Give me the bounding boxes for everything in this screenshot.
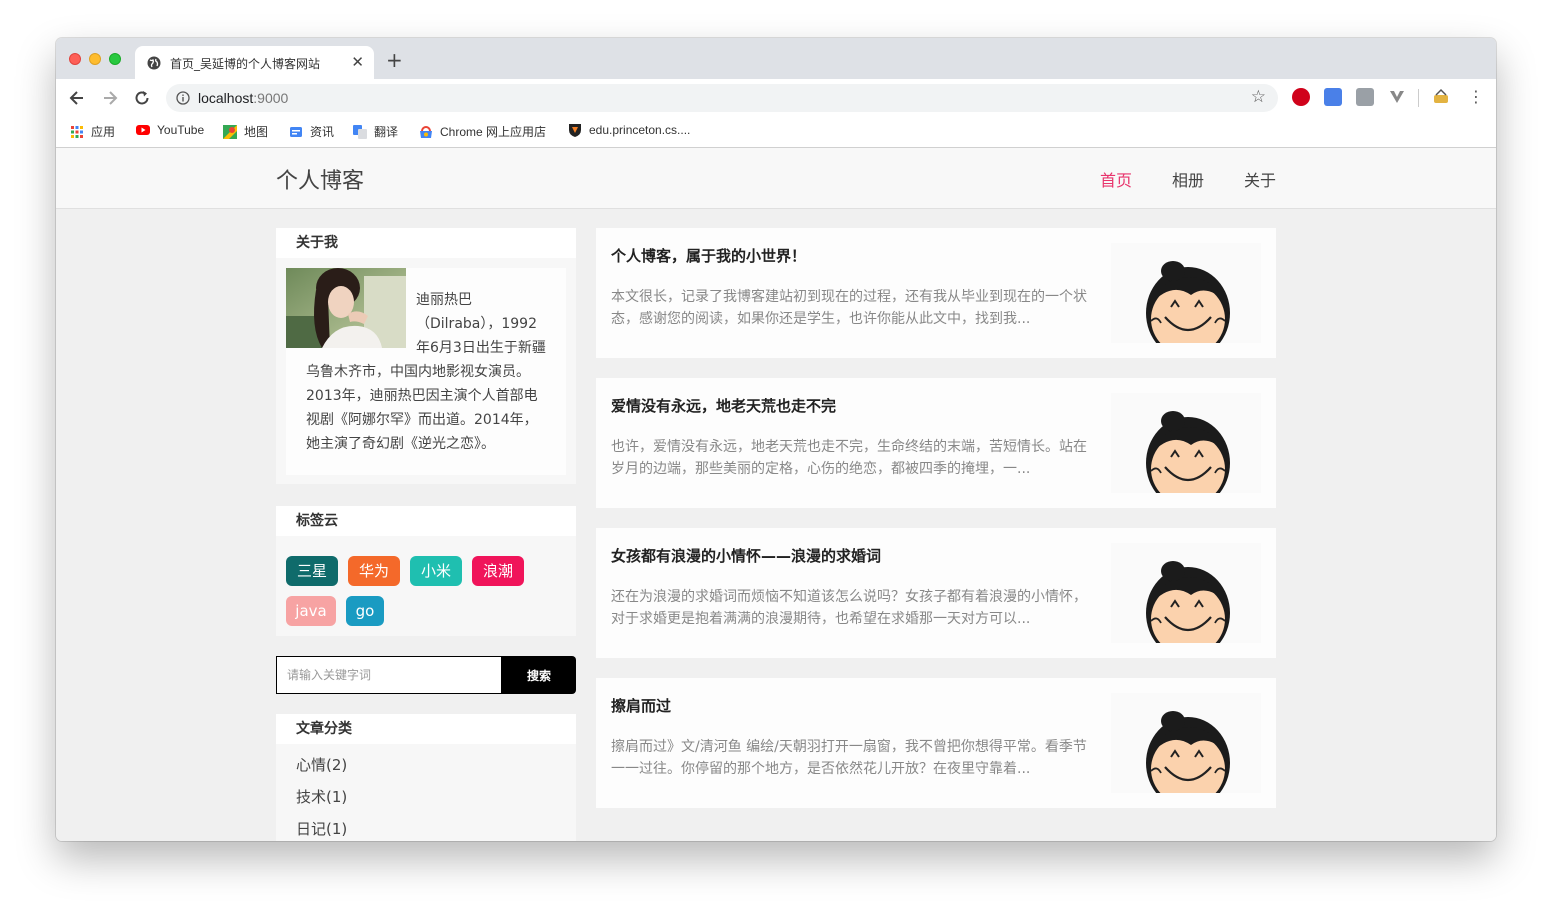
google-translate-icon[interactable] (1324, 88, 1342, 106)
princeton-icon (569, 124, 581, 137)
article-card[interactable]: 擦肩而过 擦肩而过》文/清河鱼 编绘/天朝羽打开一扇窗，我不曾把你想得平常。看季… (596, 678, 1276, 808)
search-form: 搜索 (276, 656, 576, 694)
bookmark-label: edu.princeton.cs.... (589, 123, 691, 137)
bookmarks-bar: 应用 YouTube 地图 资讯 翻译 Chrome 网上应用店 edu.pri… (56, 117, 1496, 148)
tab-title: 首页_吴延博的个人博客网站 (170, 57, 321, 71)
globe-icon (147, 56, 161, 70)
bookmark-star-icon[interactable]: ☆ (1251, 87, 1266, 107)
extension-icon[interactable] (1432, 88, 1450, 106)
article-card[interactable]: 爱情没有永远，地老天荒也走不完 也许，爱情没有永远，地老天荒也走不完，生命终结的… (596, 378, 1276, 508)
back-icon[interactable] (67, 88, 87, 108)
nav-home[interactable]: 首页 (1100, 167, 1132, 191)
categories-box: 文章分类 心情(2) 技术(1) 日记(1) (276, 714, 576, 841)
tag-java[interactable]: java (286, 596, 336, 626)
browser-toolbar: localhost:9000 ☆ ⋮ (56, 79, 1496, 117)
apps-icon (71, 126, 83, 138)
article-title[interactable]: 擦肩而过 (611, 695, 671, 716)
tab-strip: 首页_吴延博的个人博客网站 ✕ + (56, 38, 1496, 79)
info-icon[interactable] (176, 91, 190, 105)
close-tab-icon[interactable]: ✕ (351, 53, 364, 71)
webstore-icon (420, 126, 432, 138)
bookmark-label: 地图 (244, 125, 269, 139)
bookmark-webstore[interactable]: Chrome 网上应用店 (419, 123, 546, 140)
bookmark-youtube[interactable]: YouTube (136, 123, 204, 137)
url-text[interactable]: localhost:9000 (198, 90, 288, 106)
close-window-button[interactable] (69, 53, 81, 65)
adblock-icon[interactable] (1292, 88, 1310, 106)
article-title[interactable]: 爱情没有永远，地老天荒也走不完 (611, 395, 836, 416)
toolbar-divider (1418, 89, 1419, 107)
page-content: 个人博客 首页 相册 关于 关于我 迪丽热巴（Dilraba），1992年6月3… (56, 148, 1496, 841)
new-tab-button[interactable]: + (386, 50, 403, 70)
site-logo[interactable]: 个人博客 (276, 163, 364, 195)
category-diary[interactable]: 日记(1) (296, 818, 347, 839)
address-bar[interactable]: localhost:9000 ☆ (166, 84, 1278, 112)
nav-about[interactable]: 关于 (1244, 167, 1276, 191)
url-port: :9000 (253, 90, 289, 106)
article-thumbnail[interactable] (1111, 393, 1261, 493)
menu-icon[interactable]: ⋮ (1468, 87, 1484, 106)
bookmark-princeton[interactable]: edu.princeton.cs.... (568, 123, 690, 137)
tag-go[interactable]: go (346, 596, 384, 626)
category-mood[interactable]: 心情(2) (296, 754, 347, 775)
about-title: 关于我 (276, 228, 576, 258)
article-excerpt: 也许，爱情没有永远，地老天荒也走不完，生命终结的末端，苦短情长。站在岁月的边端，… (611, 439, 1087, 477)
categories-title: 文章分类 (276, 714, 576, 744)
bookmark-label: 翻译 (374, 125, 399, 139)
gmail-checker-icon[interactable] (1356, 88, 1374, 106)
search-input[interactable] (276, 656, 502, 694)
article-excerpt: 还在为浪漫的求婚词而烦恼不知道该怎么说吗？女孩子都有着浪漫的小情怀，对于求婚更是… (611, 589, 1087, 627)
forward-icon[interactable] (100, 88, 120, 108)
reload-icon[interactable] (132, 88, 152, 108)
tag-huawei[interactable]: 华为 (348, 556, 400, 586)
browser-tab[interactable]: 首页_吴延博的个人博客网站 ✕ (135, 46, 374, 79)
zoom-window-button[interactable] (109, 53, 121, 65)
bookmark-maps[interactable]: 地图 (223, 123, 268, 140)
minimize-window-button[interactable] (89, 53, 101, 65)
tag-cloud-box: 标签云 三星 华为 小米 浪潮 java go (276, 506, 576, 636)
url-host: localhost (198, 90, 254, 106)
browser-window: 首页_吴延博的个人博客网站 ✕ + localhost:9000 ☆ ⋮ 应用 … (56, 38, 1496, 841)
article-title[interactable]: 女孩都有浪漫的小情怀——浪漫的求婚词 (611, 545, 881, 566)
article-card[interactable]: 女孩都有浪漫的小情怀——浪漫的求婚词 还在为浪漫的求婚词而烦恼不知道该怎么说吗？… (596, 528, 1276, 658)
about-me-box: 关于我 迪丽热巴（Dilraba），1992年6月3日出生于新疆乌鲁木齐市，中国… (276, 228, 576, 484)
article-thumbnail[interactable] (1111, 543, 1261, 643)
maps-icon (223, 125, 237, 139)
search-button[interactable]: 搜索 (502, 656, 576, 694)
bookmark-news[interactable]: 资讯 (289, 123, 334, 140)
article-title[interactable]: 个人博客，属于我的小世界！ (611, 245, 806, 266)
category-tech[interactable]: 技术(1) (296, 786, 347, 807)
article-thumbnail[interactable] (1111, 693, 1261, 793)
tag-xiaomi[interactable]: 小米 (410, 556, 462, 586)
article-excerpt: 本文很长，记录了我博客建站初到现在的过程，还有我从毕业到现在的一个状态，感谢您的… (611, 289, 1087, 327)
bookmark-apps[interactable]: 应用 (70, 123, 115, 140)
bookmark-translate[interactable]: 翻译 (353, 123, 398, 140)
bookmark-label: Chrome 网上应用店 (440, 125, 547, 139)
article-thumbnail[interactable] (1111, 243, 1261, 343)
article-excerpt: 擦肩而过》文/清河鱼 编绘/天朝羽打开一扇窗，我不曾把你想得平常。看季节一一过往… (611, 739, 1087, 777)
tag-langchao[interactable]: 浪潮 (472, 556, 524, 586)
site-header: 个人博客 首页 相册 关于 (56, 148, 1496, 209)
youtube-icon (136, 125, 150, 135)
nav-album[interactable]: 相册 (1172, 167, 1204, 191)
about-text: 迪丽热巴（Dilraba），1992年6月3日出生于新疆乌鲁木齐市，中国内地影视… (306, 288, 546, 456)
vimium-icon[interactable] (1388, 88, 1406, 106)
about-content: 迪丽热巴（Dilraba），1992年6月3日出生于新疆乌鲁木齐市，中国内地影视… (286, 268, 566, 475)
bookmark-label: 资讯 (310, 125, 335, 139)
bookmark-label: YouTube (157, 123, 205, 137)
article-card[interactable]: 个人博客，属于我的小世界！ 本文很长，记录了我博客建站初到现在的过程，还有我从毕… (596, 228, 1276, 358)
translate-icon (353, 125, 367, 139)
bookmark-label: 应用 (91, 125, 116, 139)
tag-sanxing[interactable]: 三星 (286, 556, 338, 586)
photo-spacer (306, 288, 416, 360)
tags-title: 标签云 (276, 506, 576, 536)
news-icon (290, 127, 302, 137)
